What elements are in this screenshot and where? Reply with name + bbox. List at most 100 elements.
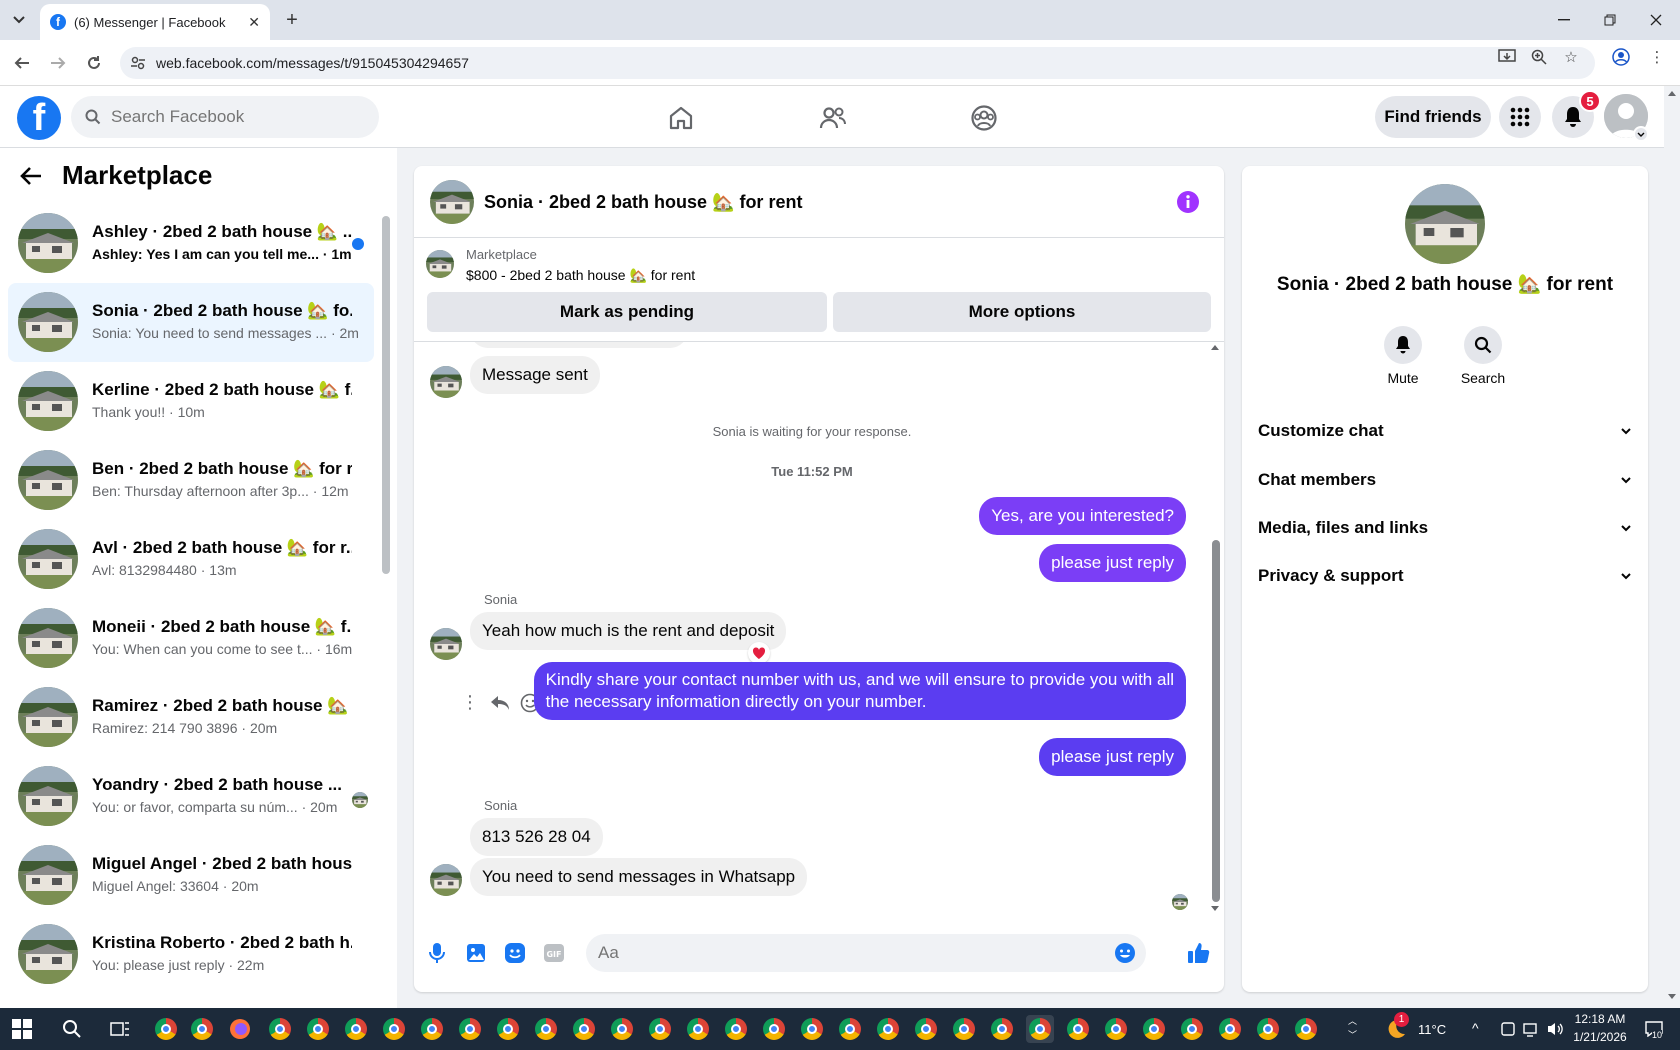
scrollbar-thumb[interactable] [1212, 540, 1220, 902]
close-window-icon[interactable] [1633, 0, 1679, 40]
customize-chat-section[interactable]: Customize chat [1258, 411, 1632, 451]
restore-icon[interactable] [1587, 0, 1633, 40]
search-icon[interactable] [58, 1015, 86, 1043]
chat-list-item[interactable]: Yoandry · 2bed 2 bath house ... You: or … [8, 757, 374, 836]
message-bubble-incoming[interactable]: Message sent [470, 356, 600, 394]
thread-scrollbar[interactable] [1210, 342, 1220, 914]
sticker-icon[interactable] [502, 940, 528, 966]
friends-icon[interactable] [813, 98, 853, 138]
listing-thumbnail[interactable] [426, 250, 454, 278]
scroll-up-icon[interactable] [1668, 90, 1676, 96]
message-bubble-incoming[interactable]: You need to send messages in Whatsapp [470, 858, 808, 896]
photo-icon[interactable] [463, 940, 489, 966]
chrome-window-active-icon[interactable] [1026, 1015, 1054, 1043]
chat-list-item[interactable]: Moneii · 2bed 2 bath house 🏡 f... You: W… [8, 599, 374, 678]
chrome-window-icon[interactable] [684, 1015, 712, 1043]
facebook-search-input[interactable] [111, 107, 351, 127]
facebook-logo-icon[interactable]: f [17, 96, 61, 140]
emoji-icon[interactable] [1114, 942, 1136, 964]
search-conversation-button[interactable]: Search [1448, 326, 1518, 386]
chrome-window-icon[interactable] [1216, 1015, 1244, 1043]
scroll-down-icon[interactable] [1211, 906, 1219, 912]
chat-list-item[interactable]: Ben · 2bed 2 bath house 🏡 for r... Ben: … [8, 441, 374, 520]
chrome-window-icon[interactable] [874, 1015, 902, 1043]
message-bubble-outgoing[interactable]: Kindly share your contact number with us… [533, 662, 1186, 720]
chrome-window-icon[interactable] [532, 1015, 560, 1043]
more-options-button[interactable]: More options [833, 292, 1211, 332]
listing-title[interactable]: $800 - 2bed 2 bath house 🏡 for rent [466, 267, 695, 284]
windows-start-icon[interactable] [8, 1015, 36, 1043]
chat-list-item[interactable]: Kerline · 2bed 2 bath house 🏡 f... Thank… [8, 362, 374, 441]
chrome-window-icon[interactable] [798, 1015, 826, 1043]
new-tab-plus-icon[interactable]: + [280, 8, 304, 32]
chrome-window-icon[interactable] [1254, 1015, 1282, 1043]
scroll-down-icon[interactable] [1668, 994, 1676, 1000]
conversation-avatar-large[interactable] [1405, 184, 1485, 264]
install-app-icon[interactable] [1498, 48, 1516, 66]
chrome-window-icon[interactable] [266, 1015, 294, 1043]
chrome-window-icon[interactable] [418, 1015, 446, 1043]
privacy-support-section[interactable]: Privacy & support [1258, 556, 1632, 596]
home-icon[interactable] [661, 98, 701, 138]
chat-list-item[interactable]: Kristina Roberto · 2bed 2 bath h... You:… [8, 915, 374, 994]
forward-arrow-icon[interactable] [47, 52, 69, 74]
chrome-window-icon[interactable] [380, 1015, 408, 1043]
message-bubble-incoming[interactable]: 813 526 28 04 [470, 818, 603, 856]
tray-overflow-chevron-icon[interactable]: ^ [1472, 1020, 1479, 1036]
chrome-window-icon[interactable] [570, 1015, 598, 1043]
chat-list-item[interactable]: Sonia · 2bed 2 bath house 🏡 fo... Sonia:… [8, 283, 374, 362]
info-icon[interactable] [1176, 190, 1200, 214]
chrome-window-icon[interactable] [1292, 1015, 1320, 1043]
browser-tab-messenger[interactable]: f (6) Messenger | Facebook ✕ [40, 4, 270, 40]
chrome-window-icon[interactable] [760, 1015, 788, 1043]
heart-reaction-icon[interactable] [748, 642, 770, 664]
scroll-up-icon[interactable] [1211, 344, 1219, 350]
message-bubble-outgoing[interactable]: Yes, are you interested? [979, 497, 1186, 535]
browser-menu-icon[interactable]: ⋮ [1648, 48, 1666, 66]
message-bubble-outgoing[interactable]: please just reply [1039, 738, 1186, 776]
volume-icon[interactable] [1542, 1015, 1570, 1043]
firefox-icon[interactable] [226, 1015, 254, 1043]
conversation-avatar[interactable] [430, 180, 474, 224]
chrome-icon[interactable] [188, 1015, 216, 1043]
clock-date[interactable]: 1/21/2026 [1570, 1030, 1630, 1044]
thumbs-up-icon[interactable] [1186, 940, 1212, 966]
chrome-window-icon[interactable] [608, 1015, 636, 1043]
url-omnibox[interactable]: web.facebook.com/messages/t/915045304294… [120, 47, 1595, 79]
mute-button[interactable]: Mute [1368, 326, 1438, 386]
message-bubble-outgoing[interactable]: please just reply [1039, 544, 1186, 582]
message-input[interactable] [586, 934, 1086, 972]
chrome-window-icon[interactable] [1064, 1015, 1092, 1043]
chrome-window-icon[interactable] [912, 1015, 940, 1043]
chrome-window-icon[interactable] [950, 1015, 978, 1043]
message-bubble-incoming[interactable]: Yeah how much is the rent and deposit [470, 612, 787, 650]
chrome-window-icon[interactable] [988, 1015, 1016, 1043]
account-chevron-down-icon[interactable] [1633, 126, 1649, 142]
chrome-window-icon[interactable] [342, 1015, 370, 1043]
back-arrow-icon[interactable] [20, 166, 42, 186]
tab-close-icon[interactable]: ✕ [248, 14, 260, 31]
tab-list-chevron-icon[interactable] [8, 9, 30, 31]
chat-list-scrollbar[interactable] [382, 204, 390, 1004]
zoom-icon[interactable] [1530, 48, 1548, 66]
facebook-search[interactable] [71, 96, 379, 138]
chrome-window-icon[interactable] [456, 1015, 484, 1043]
back-arrow-icon[interactable] [11, 52, 33, 74]
mark-as-pending-button[interactable]: Mark as pending [427, 292, 827, 332]
scrollbar-thumb[interactable] [382, 216, 390, 574]
chat-members-section[interactable]: Chat members [1258, 460, 1632, 500]
gif-icon[interactable]: GIF [541, 940, 567, 966]
chrome-window-icon[interactable] [304, 1015, 332, 1043]
chrome-window-icon[interactable] [494, 1015, 522, 1043]
microphone-icon[interactable] [424, 940, 450, 966]
menu-grid-icon[interactable] [1499, 96, 1541, 138]
page-scrollbar[interactable] [1664, 86, 1680, 1008]
chrome-window-icon[interactable] [646, 1015, 674, 1043]
chrome-window-icon[interactable] [836, 1015, 864, 1043]
reply-icon[interactable] [490, 694, 510, 712]
chrome-profile-icon[interactable] [152, 1015, 180, 1043]
reload-icon[interactable] [83, 52, 105, 74]
chat-list-item[interactable]: Miguel Angel · 2bed 2 bath hous... Migue… [8, 836, 374, 915]
taskbar-overflow-icon[interactable]: ︿ ﹀ [1348, 1014, 1357, 1044]
task-view-icon[interactable] [106, 1015, 134, 1043]
